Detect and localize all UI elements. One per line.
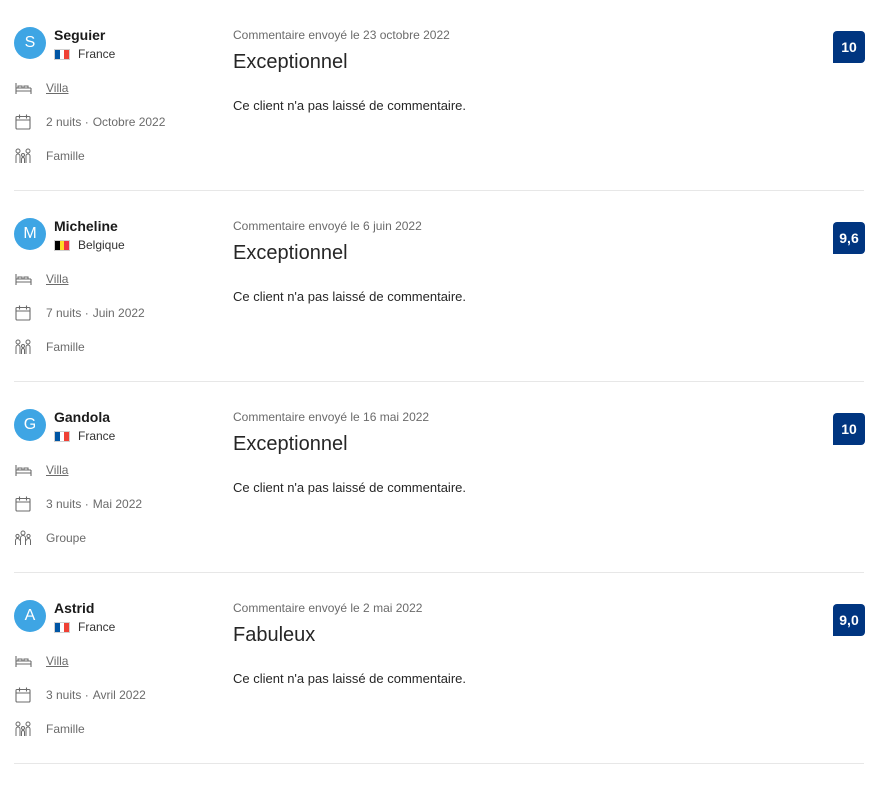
avatar: A — [14, 600, 46, 632]
room-link[interactable]: Villa — [46, 272, 68, 286]
review-title: Fabuleux — [233, 624, 316, 646]
room-link[interactable]: Villa — [46, 463, 68, 477]
france-flag-icon — [54, 48, 70, 60]
score-badge: 9,0 — [833, 604, 865, 636]
france-flag-icon — [54, 621, 70, 633]
reviewer-country: France — [54, 429, 115, 443]
stay-nights: 3 nuits · — [46, 688, 89, 702]
score-badge: 10 — [833, 31, 865, 63]
review-body: Ce client n'a pas laissé de commentaire. — [233, 480, 466, 495]
stay-info: 7 nuits · Juin 2022 — [14, 305, 145, 321]
bed-icon — [14, 462, 32, 478]
family-icon — [14, 339, 32, 355]
calendar-icon — [14, 687, 32, 703]
reviewer-country: Belgique — [54, 238, 125, 252]
reviewer-name: Seguier — [54, 27, 106, 43]
country-label: Belgique — [78, 238, 125, 252]
stay-info: 3 nuits · Avril 2022 — [14, 687, 146, 703]
group-icon — [14, 530, 32, 546]
traveler-type: Groupe — [14, 530, 86, 546]
stay-info: 2 nuits · Octobre 2022 — [14, 114, 165, 130]
traveler-type: Famille — [14, 339, 85, 355]
room-type: Villa — [14, 653, 68, 669]
stay-month: Mai 2022 — [92, 497, 143, 511]
traveler-type-label: Groupe — [46, 531, 87, 545]
reviewer-country: France — [54, 620, 115, 634]
reviewer-name: Astrid — [54, 600, 95, 616]
traveler-type: Famille — [14, 148, 85, 164]
family-icon — [14, 148, 32, 164]
review-card: M Micheline Belgique Villa 7 nuits · Jui… — [14, 191, 865, 382]
avatar: S — [14, 27, 46, 59]
calendar-icon — [14, 496, 32, 512]
room-link[interactable]: Villa — [46, 81, 68, 95]
review-card: A Astrid France Villa 3 nuits · Avril 20… — [14, 573, 865, 764]
review-body: Ce client n'a pas laissé de commentaire. — [233, 289, 466, 304]
review-date: Commentaire envoyé le 6 juin 2022 — [233, 219, 422, 233]
room-type: Villa — [14, 271, 68, 287]
country-label: France — [78, 620, 116, 634]
stay-month: Juin 2022 — [92, 306, 145, 320]
review-date: Commentaire envoyé le 23 octobre 2022 — [233, 28, 450, 42]
review-title: Exceptionnel — [233, 51, 348, 73]
avatar: M — [14, 218, 46, 250]
belgium-flag-icon — [54, 239, 70, 251]
review-date: Commentaire envoyé le 2 mai 2022 — [233, 601, 423, 615]
stay-nights: 3 nuits · — [46, 497, 89, 511]
stay-info: 3 nuits · Mai 2022 — [14, 496, 142, 512]
room-link[interactable]: Villa — [46, 654, 68, 668]
country-label: France — [78, 47, 116, 61]
france-flag-icon — [54, 430, 70, 442]
room-type: Villa — [14, 462, 68, 478]
calendar-icon — [14, 114, 32, 130]
traveler-type: Famille — [14, 721, 85, 737]
bed-icon — [14, 271, 32, 287]
traveler-type-label: Famille — [46, 722, 85, 736]
avatar: G — [14, 409, 46, 441]
bed-icon — [14, 653, 32, 669]
reviewer-name: Gandola — [54, 409, 111, 425]
calendar-icon — [14, 305, 32, 321]
review-body: Ce client n'a pas laissé de commentaire. — [233, 671, 466, 686]
stay-month: Octobre 2022 — [92, 115, 166, 129]
family-icon — [14, 721, 32, 737]
review-title: Exceptionnel — [233, 433, 348, 455]
country-label: France — [78, 429, 116, 443]
score-badge: 10 — [833, 413, 865, 445]
review-card: S Seguier France Villa 2 nuits · Octobre… — [14, 0, 865, 191]
review-card: G Gandola France Villa 3 nuits · Mai 202… — [14, 382, 865, 573]
traveler-type-label: Famille — [46, 340, 85, 354]
stay-month: Avril 2022 — [92, 688, 146, 702]
review-title: Exceptionnel — [233, 242, 348, 264]
stay-nights: 7 nuits · — [46, 306, 89, 320]
reviewer-country: France — [54, 47, 115, 61]
stay-nights: 2 nuits · — [46, 115, 89, 129]
reviewer-name: Micheline — [54, 218, 118, 234]
review-body: Ce client n'a pas laissé de commentaire. — [233, 98, 466, 113]
traveler-type-label: Famille — [46, 149, 85, 163]
room-type: Villa — [14, 80, 68, 96]
bed-icon — [14, 80, 32, 96]
score-badge: 9,6 — [833, 222, 865, 254]
review-date: Commentaire envoyé le 16 mai 2022 — [233, 410, 430, 424]
